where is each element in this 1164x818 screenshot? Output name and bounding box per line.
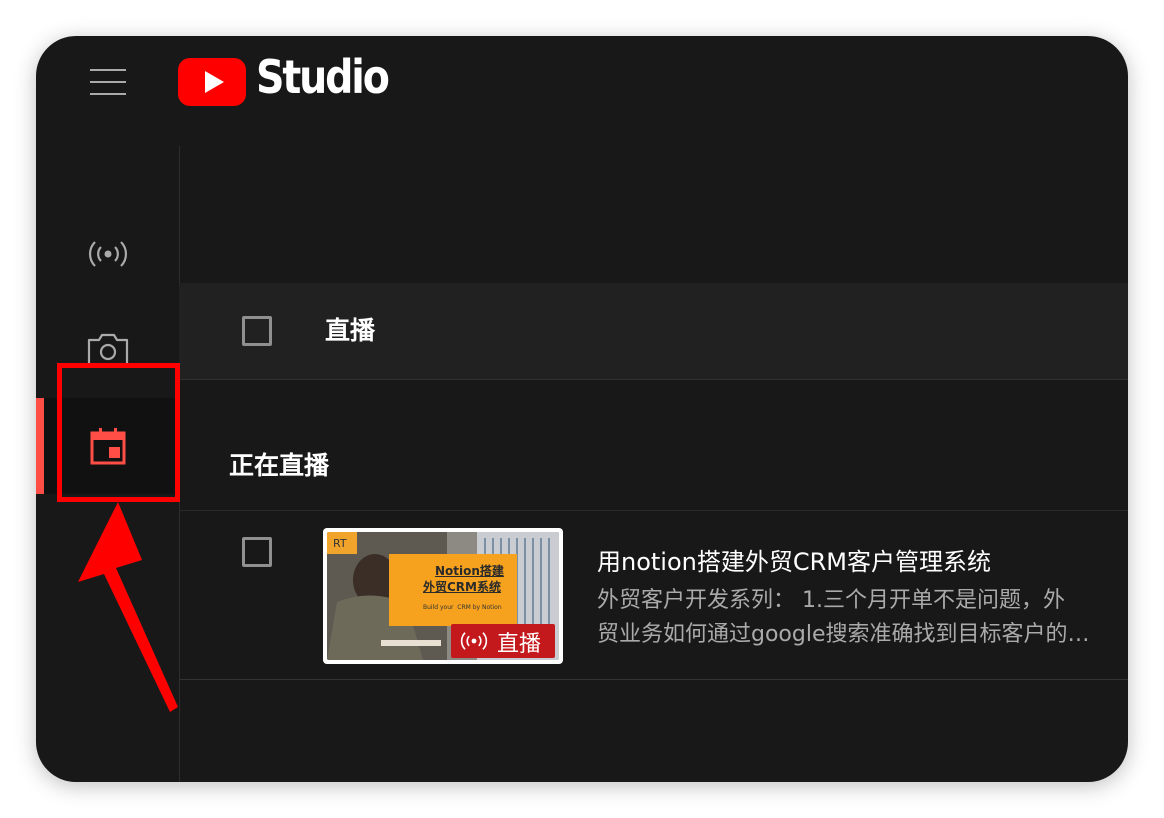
live-broadcast-icon — [88, 241, 127, 267]
highlight-box — [57, 363, 180, 502]
youtube-logo-icon[interactable] — [178, 56, 246, 108]
thumbnail-headline-1: Notion搭建 — [435, 564, 504, 578]
live-broadcast-icon — [460, 632, 488, 650]
divider — [179, 510, 1128, 511]
thumbnail-corner-tag: RT — [333, 537, 347, 550]
section-title: 正在直播 — [229, 451, 330, 480]
app-window: Studio 直播 正在直播 RT Notion搭建 外贸CRM系统 Build… — [36, 36, 1128, 782]
video-description-line-1: 外贸客户开发系列： 1.三个月开单不是问题，外 — [597, 588, 1065, 613]
row-checkbox[interactable] — [242, 537, 272, 567]
brand-name[interactable]: Studio — [256, 50, 390, 104]
top-bar: Studio — [36, 36, 1128, 146]
live-badge-label: 直播 — [497, 632, 542, 657]
hamburger-menu-icon[interactable] — [90, 69, 126, 95]
sidebar-item-live[interactable] — [36, 206, 179, 302]
active-indicator — [36, 398, 44, 494]
video-thumbnail[interactable]: RT Notion搭建 外贸CRM系统 Build your CRM by No… — [323, 528, 563, 664]
main-content: 直播 正在直播 RT Notion搭建 外贸CRM系统 Build your C… — [179, 146, 1128, 782]
thumbnail-subline: Build your CRM by Notion — [423, 604, 502, 611]
list-header-row: 直播 — [179, 283, 1128, 380]
divider — [179, 679, 1128, 680]
live-badge: 直播 — [451, 624, 555, 658]
thumbnail-headline-2: 外贸CRM系统 — [423, 580, 501, 594]
video-description: 外贸客户开发系列： 1.三个月开单不是问题，外 贸业务如何通过google搜索准… — [597, 584, 1128, 652]
list-header-label: 直播 — [325, 316, 376, 345]
video-title[interactable]: 用notion搭建外贸CRM客户管理系统 — [597, 542, 991, 577]
select-all-checkbox[interactable] — [242, 316, 272, 346]
video-description-line-2: 贸业务如何通过google搜索准确找到目标客户的… — [597, 622, 1090, 647]
pointer-arrow-icon — [78, 502, 178, 712]
